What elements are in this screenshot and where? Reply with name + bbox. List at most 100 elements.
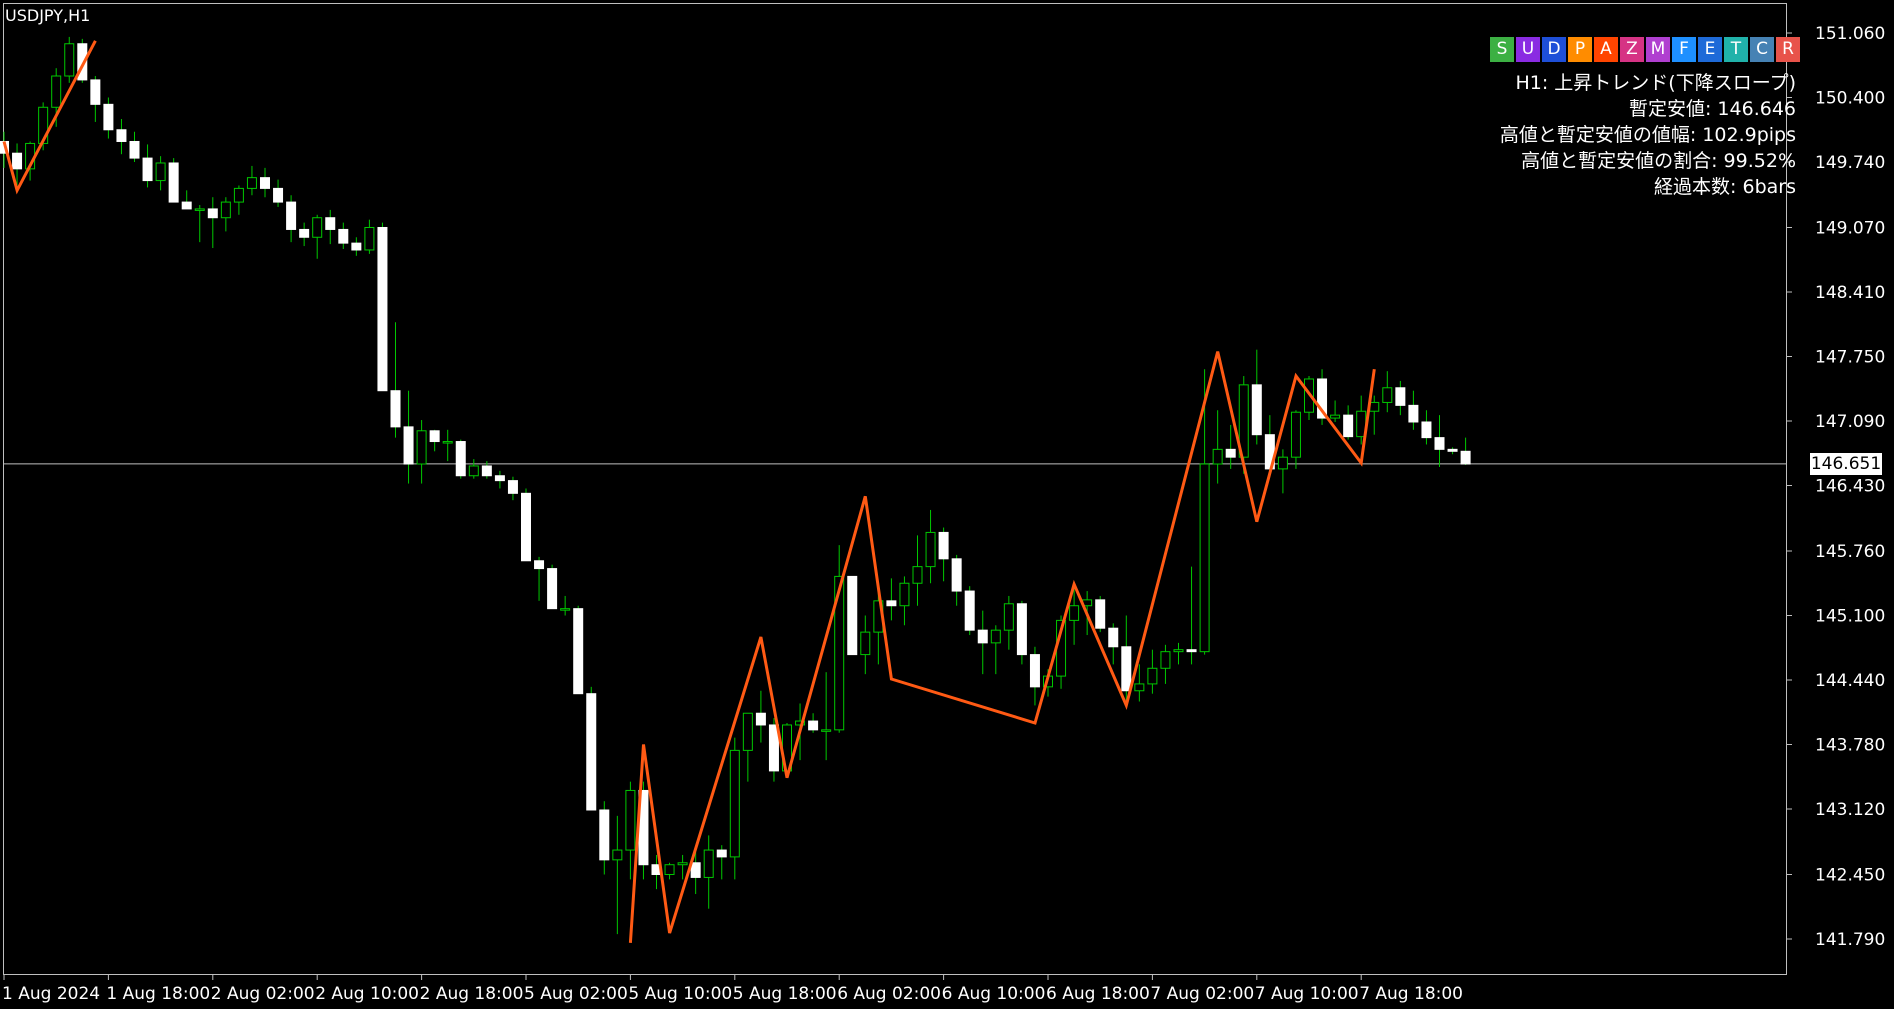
candle-bear bbox=[273, 187, 284, 203]
candle-bear bbox=[1095, 599, 1106, 629]
price-tick-label: 145.760 bbox=[1815, 542, 1885, 562]
candle-bear bbox=[12, 152, 23, 170]
candle-bull bbox=[155, 162, 166, 182]
candle-bear bbox=[299, 228, 310, 238]
candle-bear bbox=[1395, 387, 1406, 406]
price-tick-label: 147.750 bbox=[1815, 348, 1885, 368]
candle-bull bbox=[990, 629, 1001, 644]
candle-bear bbox=[755, 712, 766, 726]
time-tick-label: 5 Aug 02:00 bbox=[524, 984, 628, 1004]
toolbar-button-m[interactable]: M bbox=[1646, 37, 1670, 62]
toolbar-button-d[interactable]: D bbox=[1542, 37, 1566, 62]
candle-bear bbox=[716, 849, 727, 858]
candle-bear bbox=[599, 809, 610, 861]
candle-bull bbox=[468, 465, 479, 477]
candle-bear bbox=[690, 862, 701, 878]
candle-bull bbox=[364, 226, 375, 251]
price-tick-label: 151.060 bbox=[1815, 24, 1885, 44]
candle-bear bbox=[260, 177, 270, 189]
time-tick-label: 7 Aug 18:00 bbox=[1359, 984, 1463, 1004]
candle-bull bbox=[899, 582, 910, 607]
price-tick-label: 143.780 bbox=[1815, 736, 1885, 756]
price-tick-label: 143.120 bbox=[1815, 800, 1885, 820]
time-tick-label: 5 Aug 10:00 bbox=[628, 984, 732, 1004]
time-tick-label: 2 Aug 10:00 bbox=[315, 984, 419, 1004]
toolbar-button-f[interactable]: F bbox=[1672, 37, 1696, 62]
candle-bear bbox=[964, 590, 975, 631]
price-tick-label: 141.790 bbox=[1815, 930, 1885, 950]
price-tick-label: 145.100 bbox=[1815, 606, 1885, 626]
candle-bear bbox=[938, 531, 949, 560]
candle-bear bbox=[1029, 654, 1040, 688]
candle-bear bbox=[1016, 603, 1027, 656]
candle-bull bbox=[1369, 401, 1380, 412]
toolbar-button-u[interactable]: U bbox=[1516, 37, 1540, 62]
candle-bull bbox=[664, 864, 675, 875]
candle-bear bbox=[1108, 627, 1119, 648]
candle-bear bbox=[338, 228, 349, 244]
toolbar-button-r[interactable]: R bbox=[1776, 37, 1800, 62]
time-tick-label: 6 Aug 10:00 bbox=[942, 984, 1046, 1004]
candle-bull bbox=[1382, 387, 1393, 403]
candle-bear bbox=[547, 568, 558, 610]
range-pips: 高値と暫定安値の値幅: 102.9pips bbox=[1499, 124, 1796, 146]
price-tick-label: 147.090 bbox=[1815, 412, 1885, 432]
toolbar-button-s[interactable]: S bbox=[1490, 37, 1514, 62]
toolbar-button-a[interactable]: A bbox=[1594, 37, 1618, 62]
candle-bull bbox=[925, 531, 936, 568]
candle-bull bbox=[703, 849, 714, 878]
price-tick-label: 149.070 bbox=[1815, 218, 1885, 238]
candle-bear bbox=[403, 426, 414, 465]
candle-bear bbox=[325, 217, 336, 230]
candle-bull bbox=[1290, 411, 1301, 458]
candle-bear bbox=[207, 208, 218, 219]
candle-bull bbox=[860, 631, 871, 656]
time-axis: 1 Aug 2024 1 Aug 18:00 2 Aug 02:00 2 Aug 10… bbox=[2, 975, 1463, 1004]
candle-bear bbox=[103, 103, 114, 131]
candle-bear bbox=[455, 441, 466, 477]
candle-bull bbox=[312, 217, 323, 238]
candle-bear bbox=[586, 693, 597, 811]
candle-bear bbox=[1421, 421, 1432, 439]
current-price-tag: 146.651 bbox=[1810, 452, 1882, 475]
toolbar-button-c[interactable]: C bbox=[1750, 37, 1774, 62]
candle-bear bbox=[1408, 404, 1419, 423]
candle-bear bbox=[90, 79, 101, 105]
candle-bull bbox=[1173, 649, 1184, 653]
candle-bear bbox=[1447, 448, 1458, 452]
candle-bear bbox=[534, 560, 545, 570]
range-ratio: 高値と暫定安値の割合: 99.52% bbox=[1521, 150, 1796, 172]
toolbar-button-e[interactable]: E bbox=[1698, 37, 1722, 62]
candle-bull bbox=[912, 566, 923, 584]
trend-info-panel: H1: 上昇トレンド(下降スロープ) 暫定安値: 146.646 高値と暫定安値… bbox=[1500, 70, 1796, 200]
candle-bull bbox=[51, 75, 62, 108]
candle-bull bbox=[1160, 651, 1171, 669]
candle-bear bbox=[1434, 437, 1445, 450]
candle-bull bbox=[821, 729, 832, 732]
candle-bull bbox=[220, 201, 231, 219]
candle-bull bbox=[1147, 667, 1158, 685]
toolbar-button-t[interactable]: T bbox=[1724, 37, 1748, 62]
candle-bull bbox=[612, 849, 623, 861]
candle-bear bbox=[573, 608, 584, 695]
candle-bear bbox=[286, 201, 297, 230]
candle-bear bbox=[847, 575, 858, 656]
candle-bull bbox=[742, 712, 753, 751]
candle-bear bbox=[494, 475, 505, 482]
price-tick-label: 142.450 bbox=[1815, 865, 1885, 885]
candle-bull bbox=[1069, 605, 1080, 621]
time-tick-label: 7 Aug 02:00 bbox=[1150, 984, 1254, 1004]
toolbar-button-p[interactable]: P bbox=[1568, 37, 1592, 62]
provisional-low: 暫定安値: 146.646 bbox=[1628, 98, 1796, 120]
candle-bull bbox=[1277, 456, 1288, 470]
toolbar-button-z[interactable]: Z bbox=[1620, 37, 1644, 62]
candle-bear bbox=[977, 629, 988, 644]
candle-bull bbox=[442, 441, 453, 444]
candle-bull bbox=[625, 789, 636, 851]
time-tick-label: 1 Aug 18:00 bbox=[106, 984, 210, 1004]
candle-bull bbox=[1199, 463, 1210, 653]
candle-bear bbox=[142, 157, 153, 182]
candle-bull bbox=[194, 208, 205, 211]
candle-bull bbox=[233, 187, 244, 203]
symbol-title: USDJPY,H1 bbox=[5, 6, 91, 25]
